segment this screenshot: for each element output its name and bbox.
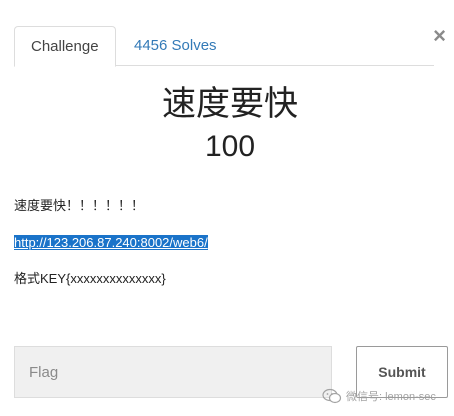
challenge-title: 速度要快 [162,85,298,123]
watermark-text: 微信号: lemon-sec [346,391,436,403]
tab-solves[interactable]: 4456 Solves [118,26,233,67]
challenge-link[interactable]: http://123.206.87.240:8002/web6/ [14,235,208,250]
tab-challenge[interactable]: Challenge [14,26,116,67]
challenge-tabs: Challenge 4456 Solves [14,26,434,67]
challenge-link-line: http://123.206.87.240:8002/web6/ [14,234,208,252]
challenge-description: 速度要快！！！！！！ [14,198,145,213]
challenge-points: 100 [204,130,256,163]
flag-input[interactable] [14,346,332,398]
close-icon[interactable]: × [433,25,446,47]
wechat-watermark: 微信号: lemon-sec [322,388,436,404]
flag-format-hint: 格式KEY{xxxxxxxxxxxxxx} [14,271,166,286]
wechat-icon [322,388,342,404]
